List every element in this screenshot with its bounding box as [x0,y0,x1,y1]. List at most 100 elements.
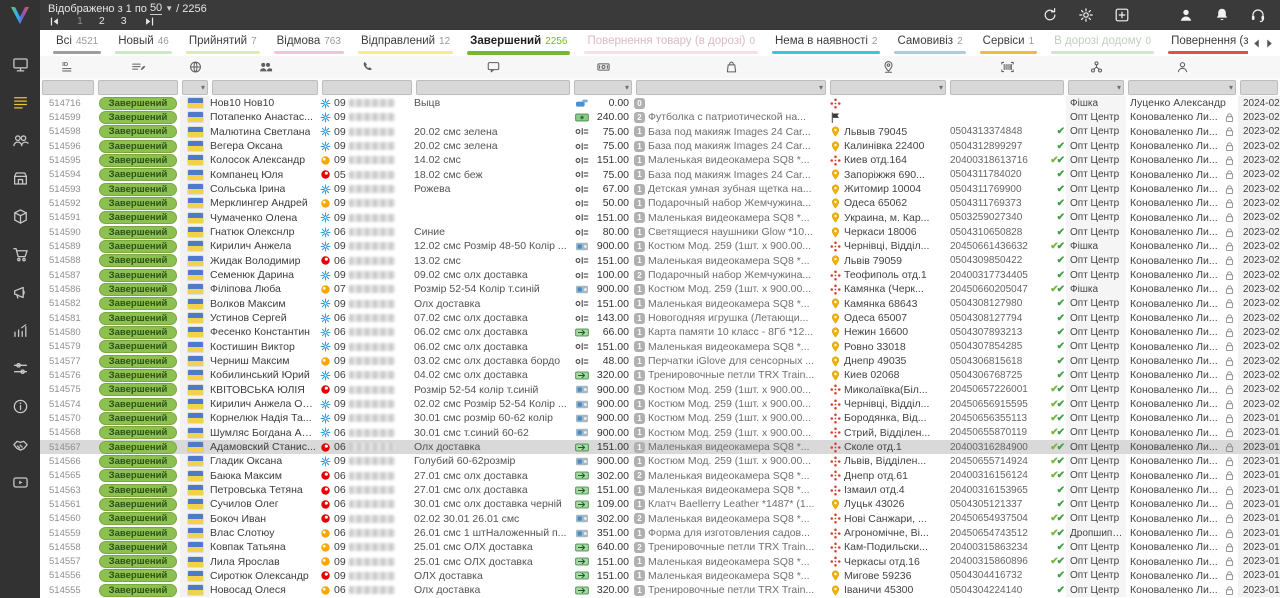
col-phone-header[interactable] [320,60,414,74]
table-row[interactable]: 514568ЗавершенийШумляс Богдана Ан...0630… [40,426,1280,440]
sidebar-item-settings-icon[interactable] [12,360,29,377]
table-row[interactable]: 514589ЗавершенийКирилич Анжела0912.02 см… [40,239,1280,253]
table-row[interactable]: 514559ЗавершенийВлас Слотюу0626.01 смс 1… [40,526,1280,540]
tab-прийнятий[interactable]: Прийнятий7 [179,30,267,56]
col-comment-filter-input[interactable] [416,80,570,95]
col-order-id-header[interactable]: ID [40,60,96,74]
table-row[interactable]: 514590ЗавершенийГнатюк Олекснлр06Синие80… [40,225,1280,239]
tab-нема-в-наявності[interactable]: Нема в наявності2 [765,30,887,56]
col-client-name-header[interactable] [210,60,320,74]
table-row[interactable]: 514574ЗавершенийКирилич Анжела Ол...0902… [40,397,1280,411]
col-country-filter-input[interactable]: ▾ [182,80,208,95]
col-manager-filter-input[interactable]: ▾ [1128,80,1236,95]
col-products-header[interactable] [634,60,828,74]
add-order-icon[interactable] [1114,7,1130,23]
col-order-id-filter-input[interactable] [42,80,94,95]
sidebar-item-marketing-icon[interactable] [12,284,29,301]
page-button-1[interactable]: 1 [77,15,83,27]
table-row[interactable]: 514570ЗавершенийКорнелюк Надія Та...0930… [40,411,1280,425]
sidebar-item-info-icon[interactable] [12,398,29,415]
table-row[interactable]: 514582ЗавершенийВолков Максим09Олх доста… [40,297,1280,311]
sidebar-item-customers-icon[interactable] [12,132,29,149]
col-products-filter-input[interactable]: ▾ [636,80,826,95]
col-status-filter-input[interactable] [98,80,178,95]
col-payment-filter-input[interactable]: ▾ [574,80,632,95]
col-comment-header[interactable] [414,60,572,74]
col-tracking-number-filter-input[interactable] [950,80,1064,95]
tab-завершений[interactable]: Завершений2256 [460,30,577,56]
table-row[interactable]: 514588ЗавершенийЖидак Володимир0613.02 с… [40,254,1280,268]
table-row[interactable]: 514561ЗавершенийСучилов Олег0630.01 смс … [40,497,1280,511]
last-page-icon[interactable] [143,16,156,27]
table-row[interactable]: 514558ЗавершенийКовпак Татьяна0925.01 см… [40,540,1280,554]
col-manager-header[interactable] [1126,60,1238,74]
col-date-filter-input[interactable] [1240,80,1278,95]
tab-в-дорозі-додому[interactable]: В дорозі додому0 [1044,30,1161,56]
table-row[interactable]: 514716ЗавершенийНов10 Нов1009Выцв0.000Фі… [40,96,1280,110]
tabs-scroll-left-icon[interactable] [1252,38,1261,49]
refresh-icon[interactable] [1042,7,1058,23]
per-page-select[interactable]: 50 [150,2,162,15]
table-row[interactable]: 514556ЗавершенийСиротюк Олександр09ОЛХ д… [40,569,1280,583]
table-row[interactable]: 514560ЗавершенийБокоч Иван0902.02 30.01 … [40,512,1280,526]
tab-сервіси[interactable]: Сервіси1 [973,30,1045,56]
table-row[interactable]: 514599ЗавершенийПотапенко Анастас...0924… [40,110,1280,124]
col-tracking-number-header[interactable] [948,60,1066,74]
table-row[interactable]: 514598ЗавершенийМалютина Светлана0920.02… [40,125,1280,139]
table-row[interactable]: 514587ЗавершенийСеменюк Дарина0909.02 см… [40,268,1280,282]
col-source-header[interactable] [1066,60,1126,74]
sidebar-item-orders-icon[interactable] [12,94,29,111]
client-name-text: Сучилов Олег [210,498,279,510]
col-country-header[interactable] [180,60,210,74]
col-phone-filter-input[interactable] [322,80,412,95]
col-payment-header[interactable] [572,60,634,74]
profile-avatar-icon[interactable] [1178,7,1194,23]
sidebar-item-products-icon[interactable] [12,208,29,225]
table-row[interactable]: 514591ЗавершенийЧумаченко Олена09151.001… [40,211,1280,225]
table-row[interactable]: 514557ЗавершенийЛила Ярослав0925.01 смс … [40,555,1280,569]
col-status-header[interactable] [96,60,180,74]
col-client-name-filter-input[interactable] [212,80,318,95]
first-page-icon[interactable] [48,16,61,27]
table-row[interactable]: 514576ЗавершенийКобилинський Юрий0604.02… [40,368,1280,382]
table-row[interactable]: 514593ЗавершенийСольська Ірина09Рожева67… [40,182,1280,196]
sidebar-item-store-icon[interactable] [12,170,29,187]
notifications-bell-icon[interactable] [1214,7,1230,23]
table-row[interactable]: 514596ЗавершенийВегера Оксана0920.02 смс… [40,139,1280,153]
table-row[interactable]: 514581ЗавершенийУстинов Сергей0607.02 см… [40,311,1280,325]
table-row[interactable]: 514594ЗавершенийКомпанец Юля0518.02 смс … [40,168,1280,182]
tabs-scroll-right-icon[interactable] [1265,38,1274,49]
sidebar-item-dashboard-icon[interactable] [12,56,29,73]
table-row[interactable]: 514567ЗавершенийАдамовский Станис...06Ол… [40,440,1280,454]
tab-самовивіз[interactable]: Самовивіз2 [887,30,972,56]
page-button-3[interactable]: 3 [121,15,127,27]
sidebar-item-video-icon[interactable] [12,474,29,491]
tab-новый[interactable]: Новый46 [108,30,179,56]
page-button-2[interactable]: 2 [99,15,105,27]
app-logo-icon[interactable] [0,0,40,30]
table-row[interactable]: 514565ЗавершенийБаюка Максим0627.01 смс … [40,469,1280,483]
tab-відмова[interactable]: Відмова763 [267,30,351,56]
table-row[interactable]: 514579ЗавершенийКостишин Виктор0906.02 с… [40,340,1280,354]
table-row[interactable]: 514566ЗавершенийГладик Оксана09Голубий 6… [40,454,1280,468]
table-row[interactable]: 514563ЗавершенийПетровська Тетяна0627.01… [40,483,1280,497]
table-row[interactable]: 514555ЗавершенийНовосад Олеся06Олх доста… [40,583,1280,597]
settings-gear-icon[interactable] [1078,7,1094,23]
table-row[interactable]: 514575ЗавершенийКВІТОВСЬКА ЮЛІЯ09Розмір … [40,383,1280,397]
sidebar-item-partners-icon[interactable] [12,436,29,453]
col-source-filter-input[interactable]: ▾ [1068,80,1124,95]
table-row[interactable]: 514595ЗавершенийКолосок Александр0914.02… [40,153,1280,167]
tab-відправлений[interactable]: Відправлений12 [351,30,460,56]
sidebar-item-purchases-icon[interactable] [12,246,29,263]
table-row[interactable]: 514592ЗавершенийМерклингер Андрей0950.00… [40,196,1280,210]
table-row[interactable]: 514580ЗавершенийФесенко Константин0606.0… [40,325,1280,339]
phone-prefix: 09 [334,269,346,281]
tab-всі[interactable]: Всі4521 [46,30,108,56]
col-delivery-address-filter-input[interactable]: ▾ [830,80,946,95]
table-row[interactable]: 514577ЗавершенийЧерниш Максим0903.02 смс… [40,354,1280,368]
table-row[interactable]: 514586ЗавершенийФіліпова Люба07Розмір 52… [40,282,1280,296]
tab-повернення-товару-в-дорозі-[interactable]: Повернення товару (в дорозі)0 [577,30,765,56]
support-headset-icon[interactable] [1250,7,1266,23]
sidebar-item-statistics-icon[interactable] [12,322,29,339]
col-delivery-address-header[interactable] [828,60,948,74]
